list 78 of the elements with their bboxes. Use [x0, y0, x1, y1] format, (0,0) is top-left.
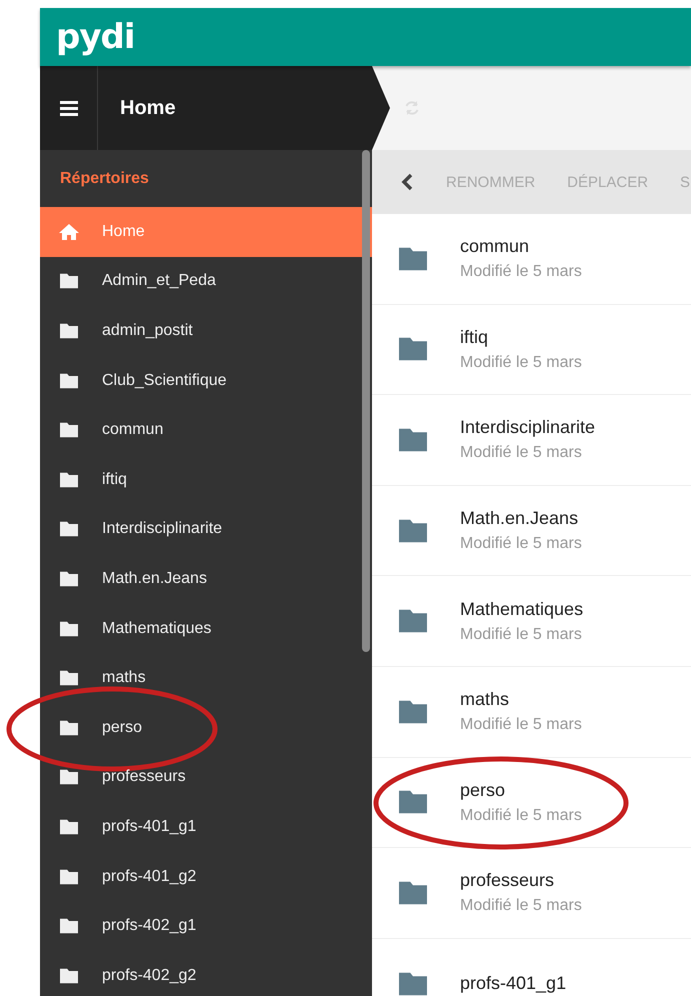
file-row[interactable]: professeurs Modifié le 5 mars [372, 848, 691, 939]
sidebar-item[interactable]: perso [40, 702, 372, 753]
file-name: profs-401_g1 [460, 973, 566, 994]
sidebar-item[interactable]: professeurs [40, 752, 372, 802]
sidebar-item[interactable]: profs-401_g1 [40, 802, 372, 852]
folder-name: admin_postit [102, 322, 193, 340]
file-name: commun [460, 236, 530, 258]
file-name: professeurs [460, 870, 556, 892]
sidebar-item[interactable]: admin_postit [40, 306, 372, 356]
file-name: Math.en.Jeans [460, 508, 580, 530]
folder-name: perso [102, 718, 142, 737]
sidebar-item[interactable]: iftiq [40, 454, 372, 505]
file-name: perso [460, 780, 506, 801]
file-row[interactable]: Mathematiques Modifié le 5 mars [372, 576, 691, 667]
modified-date: Modifié le 5 mars [460, 444, 583, 462]
folder-name: profs-402_g2 [102, 966, 196, 985]
file-row[interactable]: profs-401_g1 [372, 938, 691, 996]
sidebar-item[interactable]: Admin_et_Peda [40, 256, 372, 306]
folder-name: profs-401_g2 [102, 868, 196, 886]
folder-name: Club_Scientifique [102, 372, 227, 390]
modified-date: Modifié le 5 mars [460, 263, 582, 282]
folder-icon [58, 966, 80, 985]
folder-icon [58, 570, 80, 588]
file-name: iftiq [460, 326, 490, 348]
modified-date: Modifié le 5 mars [460, 626, 583, 644]
modified-date: Modifié le 5 mars [460, 897, 582, 916]
folder-icon [58, 372, 80, 390]
folder-icon [58, 272, 80, 290]
folder-icon [58, 421, 80, 440]
folder-icon [58, 520, 80, 538]
file-row[interactable]: Interdisciplinarite Modifié le 5 mars [372, 395, 691, 486]
folder-name: Interdisciplinarite [102, 520, 222, 538]
modified-date: Modifié le 5 mars [460, 354, 582, 372]
folder-name: commun [102, 421, 164, 440]
logo: pydi [56, 17, 134, 57]
scrollbar[interactable] [362, 150, 370, 652]
sidebar-item[interactable]: Mathematiques [40, 604, 372, 654]
file-name: maths [460, 689, 510, 710]
breadcrumb-title: Home [120, 96, 176, 120]
sidebar-item[interactable]: Club_Scientifique [40, 356, 372, 406]
sidebar-item[interactable]: profs-401_g2 [40, 852, 372, 902]
home-icon [58, 222, 80, 241]
file-row[interactable]: maths Modifié le 5 mars [372, 666, 691, 758]
folder-icon [58, 768, 80, 786]
folder-icon [58, 818, 80, 836]
file-row[interactable]: iftiq Modifié le 5 mars [372, 304, 691, 396]
folder-name: iftiq [102, 470, 127, 489]
modified-date: Modifié le 5 mars [460, 535, 582, 554]
file-row[interactable]: commun Modifié le 5 mars [372, 214, 691, 305]
folder-name: Home [102, 222, 145, 241]
folder-name: professeurs [102, 768, 186, 786]
file-row[interactable]: perso Modifié le 5 mars [372, 758, 691, 848]
folder-icon [58, 718, 80, 737]
modified-date: Modifié le 5 mars [460, 716, 582, 734]
sidebar-item[interactable]: profs-402_g1 [40, 901, 372, 951]
folder-name: Math.en.Jeans [102, 570, 207, 588]
folder-icon [58, 470, 80, 489]
sidebar-item[interactable]: commun [40, 405, 372, 455]
sidebar-item[interactable]: profs-402_g2 [40, 950, 372, 996]
file-row[interactable]: Math.en.Jeans Modifié le 5 mars [372, 486, 691, 576]
sidebar-item[interactable]: Interdisciplinarite [40, 504, 372, 554]
folder-icon [58, 620, 80, 638]
folder-name: maths [102, 669, 146, 688]
folder-name: profs-402_g1 [102, 917, 196, 936]
folder-name: Admin_et_Peda [102, 272, 216, 290]
folder-icon [58, 669, 80, 688]
folder-icon [58, 868, 80, 886]
folder-name: profs-401_g1 [102, 818, 196, 836]
folder-name: Mathematiques [102, 620, 212, 638]
back-icon[interactable] [400, 172, 414, 192]
file-name: Mathematiques [460, 598, 584, 620]
sidebar-heading: Répertoires [59, 169, 150, 189]
file-name: Interdisciplinarite [460, 417, 596, 438]
folder-icon [58, 322, 80, 340]
folder-icon [58, 917, 80, 936]
sidebar-item[interactable]: maths [40, 653, 372, 703]
modified-date: Modifié le 5 mars [460, 806, 582, 825]
sidebar-item[interactable]: Math.en.Jeans [40, 554, 372, 604]
